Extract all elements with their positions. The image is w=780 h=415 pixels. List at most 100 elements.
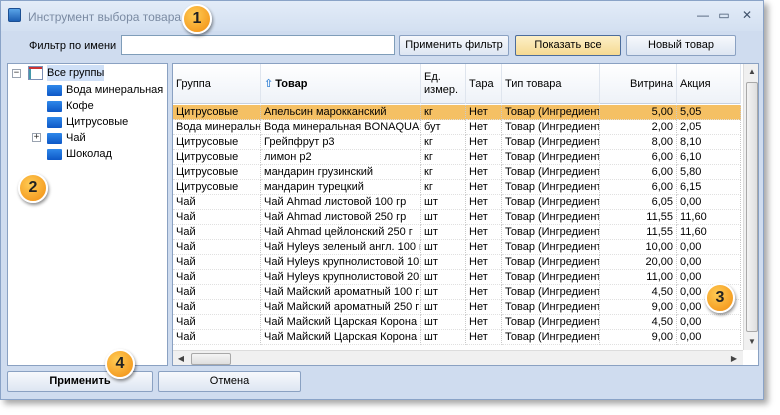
minimize-icon[interactable]: — (696, 8, 710, 22)
cell-promo: 0,00 (677, 195, 741, 210)
column-header-group[interactable]: Группа (173, 64, 261, 104)
cell-product: Чай Майский Царская Корона 2 (261, 330, 421, 345)
scroll-up-icon[interactable]: ▲ (744, 64, 758, 80)
cell-type: Товар (Ингредиент (502, 105, 600, 120)
table-row[interactable]: Чай Чай Hyleys крупнолистовой 20 шт Нет Това… (173, 270, 741, 285)
tree-collapse-icon[interactable]: − (12, 69, 21, 78)
cell-tara: Нет (466, 180, 502, 195)
new-item-button[interactable]: Новый товар (626, 35, 736, 56)
cell-type: Товар (Ингредиент (502, 225, 600, 240)
tree-item-label: Кофе (66, 100, 94, 112)
show-all-button[interactable]: Показать все (515, 35, 621, 56)
column-header-type[interactable]: Тип товара (502, 64, 600, 104)
column-header-promo[interactable]: Акция (677, 64, 741, 104)
cell-promo: 0,00 (677, 240, 741, 255)
scroll-left-icon[interactable]: ◀ (173, 351, 189, 365)
table-row[interactable]: Цитрусовые лимон р2 кг Нет Товар (Ингредиент… (173, 150, 741, 165)
cell-tara: Нет (466, 135, 502, 150)
filter-input[interactable] (121, 35, 395, 55)
maximize-icon[interactable]: ▭ (717, 8, 731, 22)
cell-group: Чай (173, 300, 261, 315)
cell-group: Цитрусовые (173, 135, 261, 150)
table-row[interactable]: Чай Чай Hyleys зеленый англ. 100 г шт Нет То… (173, 240, 741, 255)
cell-group: Цитрусовые (173, 180, 261, 195)
cell-promo: 0,00 (677, 255, 741, 270)
cell-product: мандарин турецкий (261, 180, 421, 195)
cell-showcase: 10,00 (600, 240, 677, 255)
table-row[interactable]: Чай Чай Ahmad цейлонский 250 г шт Нет Товар … (173, 225, 741, 240)
scroll-right-icon[interactable]: ▶ (726, 351, 742, 365)
column-header-unit[interactable]: Ед. измер. (421, 64, 466, 104)
horizontal-scrollbar[interactable]: ◀ ▶ (173, 350, 743, 365)
product-picker-window: Инструмент выбора товара — ▭ ✕ Фильтр по… (0, 0, 764, 400)
cell-promo: 0,00 (677, 330, 741, 345)
cell-unit: шт (421, 195, 466, 210)
table-row[interactable]: Чай Чай Майский Царская Корона 1 шт Нет Това… (173, 315, 741, 330)
cell-type: Товар (Ингредиент (502, 315, 600, 330)
cell-showcase: 11,00 (600, 270, 677, 285)
title-bar: Инструмент выбора товара — ▭ ✕ (1, 1, 763, 31)
cell-product: Апельсин марокканский (261, 105, 421, 120)
cell-showcase: 6,05 (600, 195, 677, 210)
table-row[interactable]: Цитрусовые Апельсин марокканский кг Нет Това… (173, 105, 741, 120)
horizontal-scroll-thumb[interactable] (191, 353, 231, 365)
table-row[interactable]: Чай Чай Майский Царская Корона 2 шт Нет Това… (173, 330, 741, 345)
cell-type: Товар (Ингредиент (502, 150, 600, 165)
cell-group: Цитрусовые (173, 165, 261, 180)
cell-group: Цитрусовые (173, 105, 261, 120)
apply-button[interactable]: Применить (7, 371, 153, 392)
table-row[interactable]: Вода минеральн Вода минеральная BONAQUA бу… (173, 120, 741, 135)
vertical-scroll-thumb[interactable] (746, 82, 758, 332)
table-row[interactable]: Чай Чай Майский ароматный 250 г шт Нет Товар… (173, 300, 741, 315)
cancel-button[interactable]: Отмена (158, 371, 301, 392)
cell-group: Чай (173, 255, 261, 270)
vertical-scrollbar[interactable]: ▲ ▼ (743, 64, 758, 350)
table-row[interactable]: Цитрусовые мандарин грузинский кг Нет Товар … (173, 165, 741, 180)
cell-product: Чай Hyleys крупнолистовой 10 (261, 255, 421, 270)
cell-group: Чай (173, 240, 261, 255)
close-icon[interactable]: ✕ (740, 8, 754, 22)
callout-badge-1: 1 (182, 4, 212, 34)
cell-showcase: 6,00 (600, 165, 677, 180)
table-row[interactable]: Цитрусовые Грейпфрут р3 кг Нет Товар (Ингред… (173, 135, 741, 150)
cell-type: Товар (Ингредиент (502, 330, 600, 345)
cell-tara: Нет (466, 315, 502, 330)
grid-header: Группа ⇧ Товар Ед. измер. Тара Тип товара… (173, 64, 741, 104)
cell-showcase: 20,00 (600, 255, 677, 270)
table-row[interactable]: Чай Чай Ahmad листовой 250 гр шт Нет Товар (… (173, 210, 741, 225)
cell-unit: шт (421, 330, 466, 345)
tree-item-label: Все группы (47, 65, 105, 81)
cell-product: Чай Майский Царская Корона 1 (261, 315, 421, 330)
cell-product: лимон р2 (261, 150, 421, 165)
cell-tara: Нет (466, 240, 502, 255)
cell-unit: шт (421, 240, 466, 255)
tree-item-label: Цитрусовые (66, 116, 129, 128)
table-row[interactable]: Чай Чай Hyleys крупнолистовой 10 шт Нет Това… (173, 255, 741, 270)
cell-unit: шт (421, 225, 466, 240)
cell-unit: кг (421, 150, 466, 165)
cell-showcase: 9,00 (600, 330, 677, 345)
column-header-product[interactable]: ⇧ Товар (261, 64, 421, 104)
cell-showcase: 2,00 (600, 120, 677, 135)
apply-filter-button[interactable]: Применить фильтр (399, 35, 509, 56)
scroll-down-icon[interactable]: ▼ (744, 334, 758, 350)
table-row[interactable]: Чай Чай Майский ароматный 100 г шт Нет Товар… (173, 285, 741, 300)
cell-group: Чай (173, 330, 261, 345)
tree-item-label: Вода минеральная (66, 84, 164, 96)
table-row[interactable]: Цитрусовые мандарин турецкий кг Нет Товар (И… (173, 180, 741, 195)
tree-expand-icon[interactable]: + (32, 133, 41, 142)
cell-unit: шт (421, 300, 466, 315)
folder-icon (47, 149, 62, 160)
callout-badge-2: 2 (18, 173, 48, 203)
cell-promo: 6,15 (677, 180, 741, 195)
cell-showcase: 8,00 (600, 135, 677, 150)
cell-promo: 0,00 (677, 315, 741, 330)
cell-promo: 8,10 (677, 135, 741, 150)
cell-showcase: 4,50 (600, 285, 677, 300)
table-row[interactable]: Чай Чай Ahmad листовой 100 гр шт Нет Товар (… (173, 195, 741, 210)
cell-group: Чай (173, 270, 261, 285)
column-header-showcase[interactable]: Витрина (600, 64, 677, 104)
column-header-tara[interactable]: Тара (466, 64, 502, 104)
cell-tara: Нет (466, 270, 502, 285)
cell-product: Чай Ahmad листовой 100 гр (261, 195, 421, 210)
